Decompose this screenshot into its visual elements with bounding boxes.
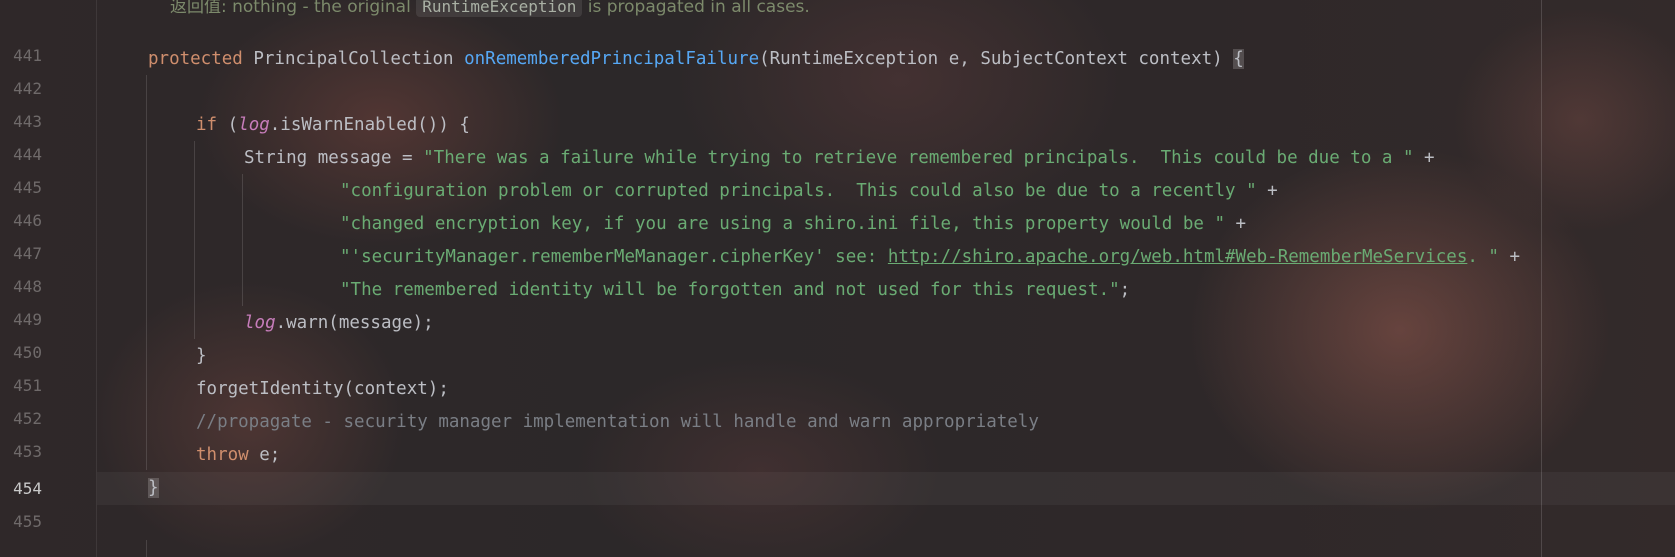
operator: + xyxy=(1225,214,1247,234)
code-line-443[interactable]: if (log.isWarnEnabled()) { xyxy=(196,109,470,142)
code-token: e; xyxy=(248,445,281,465)
line-number[interactable]: 450 xyxy=(0,343,42,363)
line-number-gutter[interactable]: 441 442 443 444 445 446 447 448 449 450 … xyxy=(0,0,97,557)
code-line-448[interactable]: "The remembered identity will be forgott… xyxy=(340,274,1130,307)
semicolon: ; xyxy=(1119,280,1131,300)
operator: + xyxy=(1256,181,1278,201)
code-line-449[interactable]: log.warn(message); xyxy=(244,307,434,340)
line-number[interactable]: 452 xyxy=(0,409,42,429)
line-number[interactable]: 443 xyxy=(0,112,42,132)
code-line-445[interactable]: "configuration problem or corrupted prin… xyxy=(340,175,1278,208)
code-line-451[interactable]: forgetIdentity(context); xyxy=(196,373,449,406)
return-type: PrincipalCollection xyxy=(242,49,465,69)
parameter-list: (RuntimeException e, SubjectContext cont… xyxy=(759,49,1234,69)
code-line-450[interactable]: } xyxy=(196,340,207,373)
code-line-452[interactable]: //propagate - security manager implement… xyxy=(196,406,1039,439)
field-reference: log xyxy=(244,313,276,333)
operator: + xyxy=(1498,247,1521,267)
line-number[interactable]: 455 xyxy=(0,512,42,532)
operator: + xyxy=(1413,148,1435,168)
indent-guide xyxy=(146,540,147,557)
url-link[interactable]: http://shiro.apache.org/web.html#Web-Rem… xyxy=(888,247,1467,267)
method-name[interactable]: onRememberedPrincipalFailure xyxy=(464,49,759,69)
line-number[interactable]: 445 xyxy=(0,178,42,198)
string-literal: "There was a failure while trying to ret… xyxy=(423,148,1414,168)
string-literal: "The remembered identity will be forgott… xyxy=(340,280,1120,300)
code-line-446[interactable]: "changed encryption key, if you are usin… xyxy=(340,208,1246,241)
line-number-current[interactable]: 454 xyxy=(0,479,42,499)
rendered-doc-comment: 返回值: nothing - the original RuntimeExcep… xyxy=(170,0,810,18)
code-token: .isWarnEnabled()) { xyxy=(269,115,470,135)
right-margin-guide xyxy=(1541,0,1542,557)
string-literal: "changed encryption key, if you are usin… xyxy=(340,214,1226,234)
keyword: throw xyxy=(196,445,249,465)
line-number[interactable]: 447 xyxy=(0,244,42,264)
current-line-highlight xyxy=(97,472,1675,505)
doc-comment-code: RuntimeException xyxy=(416,0,583,17)
matched-brace: { xyxy=(1233,49,1244,69)
code-line-444[interactable]: String message = "There was a failure wh… xyxy=(244,142,1435,175)
keyword: protected xyxy=(148,49,243,69)
doc-comment-text: 返回值: nothing - the original xyxy=(170,0,411,17)
indent-guide xyxy=(242,174,243,306)
field-reference: log xyxy=(238,115,270,135)
code-editor[interactable]: 441 442 443 444 445 446 447 448 449 450 … xyxy=(0,0,1675,557)
line-number[interactable]: 448 xyxy=(0,277,42,297)
code-line-447[interactable]: "'securityManager.rememberMeManager.ciph… xyxy=(340,241,1520,274)
matched-brace: } xyxy=(148,478,159,498)
code-token: ( xyxy=(217,115,239,135)
method-call: .warn(message); xyxy=(275,313,434,333)
variable-declaration: String message = xyxy=(244,148,424,168)
indent-guide xyxy=(194,141,195,339)
string-literal: "configuration problem or corrupted prin… xyxy=(340,181,1257,201)
string-literal: "'securityManager.rememberMeManager.ciph… xyxy=(340,247,888,267)
line-number[interactable]: 446 xyxy=(0,211,42,231)
line-number[interactable]: 441 xyxy=(0,46,42,66)
keyword: if xyxy=(196,115,218,135)
code-line-454[interactable]: } xyxy=(148,472,159,505)
string-literal: . " xyxy=(1467,247,1499,267)
line-number[interactable]: 442 xyxy=(0,79,42,99)
code-line-441[interactable]: protected PrincipalCollection onRemember… xyxy=(148,43,1244,76)
line-number[interactable]: 444 xyxy=(0,145,42,165)
code-line-453[interactable]: throw e; xyxy=(196,439,280,472)
line-comment: //propagate - security manager implement… xyxy=(196,412,1039,432)
closing-brace: } xyxy=(196,346,207,366)
doc-comment-text: is propagated in all cases. xyxy=(587,0,810,17)
line-number[interactable]: 453 xyxy=(0,442,42,462)
line-number[interactable]: 451 xyxy=(0,376,42,396)
method-call: forgetIdentity(context); xyxy=(196,379,449,399)
indent-guide xyxy=(146,75,147,470)
line-number[interactable]: 449 xyxy=(0,310,42,330)
